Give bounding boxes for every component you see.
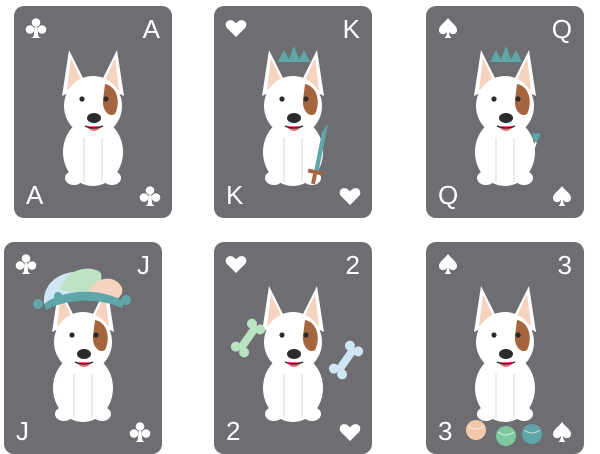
dog-illustration xyxy=(474,286,536,422)
dog-illustration xyxy=(262,286,324,422)
card-rank-bottom: 2 xyxy=(226,416,241,446)
card-rank-bottom: 3 xyxy=(438,416,453,446)
spade-icon xyxy=(436,252,460,276)
club-icon xyxy=(24,16,48,40)
club-icon xyxy=(128,420,152,444)
heart-icon xyxy=(338,184,362,208)
spade-icon xyxy=(550,184,574,208)
playing-card: J J xyxy=(4,242,162,454)
playing-card: Q Q xyxy=(426,6,584,218)
dog-illustration xyxy=(262,50,324,186)
card-rank-bottom: J xyxy=(16,416,29,446)
jester-hat-icon xyxy=(33,268,131,310)
heart-icon xyxy=(224,16,248,40)
spade-icon xyxy=(550,420,574,444)
playing-card: A A xyxy=(14,6,172,218)
card-rank-bottom: K xyxy=(226,180,244,210)
playing-card: K K xyxy=(214,6,372,218)
club-icon xyxy=(138,184,162,208)
card-rank-top: K xyxy=(342,14,360,44)
playing-card: 3 3 xyxy=(426,242,584,454)
dog-illustration xyxy=(52,286,114,422)
spade-icon xyxy=(436,16,460,40)
heart-icon xyxy=(224,252,248,276)
card-rank-top: J xyxy=(137,250,150,280)
card-rank-top: 2 xyxy=(345,250,360,280)
card-rank-top: Q xyxy=(551,14,572,44)
crown-icon xyxy=(490,46,522,62)
card-rank-top: A xyxy=(142,14,160,44)
card-rank-bottom: A xyxy=(26,180,44,210)
crown-icon xyxy=(278,46,310,62)
club-icon xyxy=(14,252,38,276)
heart-icon xyxy=(338,420,362,444)
playing-card: 2 2 xyxy=(214,242,372,454)
balls-icon xyxy=(466,420,542,446)
card-rank-top: 3 xyxy=(557,250,572,280)
card-rank-bottom: Q xyxy=(438,180,459,210)
dog-illustration xyxy=(62,50,124,186)
